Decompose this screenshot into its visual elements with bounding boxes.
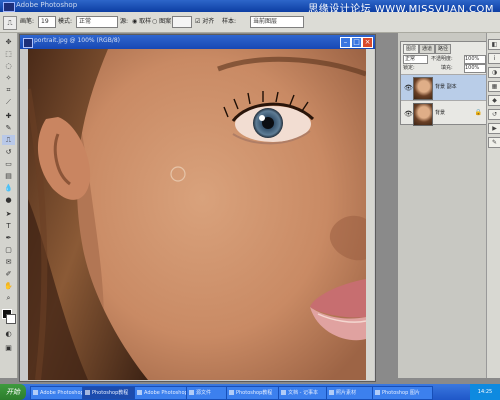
layers-panel: 图层 通道 路径 正常 不透明度: 100% 锁定: 填充: 100% 👁 背景… [400,41,488,127]
actions-icon[interactable]: ▶ [488,123,500,134]
image-canvas[interactable] [28,49,366,380]
document-window: portrait.jpg @ 100% (RGB/8) – □ × [19,34,376,382]
layer-row[interactable]: 👁 背景 副本 [401,74,487,101]
app-title-bar: Adobe Photoshop 思缘设计论坛 WWW.MISSVUAN.COM [0,0,500,15]
blend-mode-dropdown[interactable]: 正常 [403,55,428,64]
maximize-icon[interactable]: □ [351,37,362,48]
tab-layers[interactable]: 图层 [403,44,420,54]
panel-dock: ◧ i ◑ ▦ ◆ ↺ ▶ ✎ [486,33,500,378]
source-label: 源: [120,18,129,25]
layer-name: 背景 [435,110,446,116]
layer-thumbnail [413,103,433,126]
styles-icon[interactable]: ◆ [488,95,500,106]
fill-label: 填充: [441,65,453,71]
lock-label: 锁定: [403,65,415,71]
lock-icon: 🔒 [474,109,482,116]
navigator-icon[interactable]: ◧ [488,39,500,50]
opacity-label: 不透明度: [431,56,453,62]
layer-name: 背景 副本 [435,84,457,90]
ps-icon [23,38,33,48]
document-title-bar[interactable]: portrait.jpg @ 100% (RGB/8) – □ × [20,35,375,49]
sample-dropdown[interactable]: 当前图层 [250,16,304,28]
mode-dropdown[interactable]: 正常 [76,16,118,28]
tab-paths[interactable]: 路径 [435,44,452,54]
close-icon[interactable]: × [362,37,373,48]
healing-icon[interactable]: ✚ [2,111,15,121]
blur-icon[interactable]: 💧 [2,183,15,193]
marquee-icon[interactable]: ⬚ [2,49,15,59]
notes-icon[interactable]: ✉ [2,257,15,267]
system-tray-clock: 14:25 [470,384,500,400]
path-select-icon[interactable]: ➤ [2,209,15,219]
taskbar-item[interactable]: Photoshop 图片 [372,386,433,400]
zoom-icon[interactable]: ⌕ [2,293,15,303]
history-icon[interactable]: ↺ [488,109,500,120]
brushes-icon[interactable]: ✎ [488,137,500,148]
ps-icon [3,2,15,12]
pattern-picker[interactable] [172,16,192,28]
pen-icon[interactable]: ✒ [2,233,15,243]
background-color-swatch[interactable] [6,314,16,324]
info-icon[interactable]: i [488,53,500,64]
app-title: Adobe Photoshop [16,1,78,9]
source-sampled-radio[interactable]: ◉ 取样 [132,16,151,28]
lasso-icon[interactable]: ◌ [2,61,15,71]
fill-field[interactable]: 100% [464,64,486,73]
aligned-checkbox[interactable]: ☑ 对齐 [195,16,214,28]
brush-icon[interactable]: ✎ [2,123,15,133]
layer-thumbnail [413,77,433,100]
stamp-icon[interactable]: ⎍ [3,16,17,30]
start-button[interactable]: 开始 [0,384,26,400]
swatches-icon[interactable]: ▦ [488,81,500,92]
eyedropper-icon[interactable]: ✐ [2,269,15,279]
brush-size-picker[interactable]: 19 [38,16,56,28]
toolbox: ✥ ⬚ ◌ ✧ ⌗ ⟋ ✚ ✎ ⎍ ↺ ▭ ▤ 💧 ● ➤ T ✒ ▢ ✉ ✐ … [0,33,18,378]
options-bar: ⎍ 画笔: 19 模式: 正常 源: ◉ 取样 ○ 图案 ☑ 对齐 样本: 当前… [0,12,500,33]
brush-label: 画笔: [20,18,35,25]
type-icon[interactable]: T [2,221,15,231]
color-icon[interactable]: ◑ [488,67,500,78]
tab-channels[interactable]: 通道 [419,44,436,54]
eye-icon[interactable]: 👁 [404,84,413,92]
document-title: portrait.jpg @ 100% (RGB/8) [34,37,120,44]
source-pattern-radio[interactable]: ○ 图案 [152,16,171,28]
dodge-icon[interactable]: ● [2,195,15,205]
magic-wand-icon[interactable]: ✧ [2,73,15,83]
move-icon[interactable]: ✥ [2,37,15,47]
screen-mode-icon[interactable]: ▣ [2,343,15,353]
crop-icon[interactable]: ⌗ [2,85,15,95]
vertical-scrollbar[interactable] [366,49,374,380]
sample-label: 样本: [222,18,237,25]
gradient-icon[interactable]: ▤ [2,171,15,181]
taskbar: 开始 Adobe Photoshop Photoshop教程 Adobe Pho… [0,384,500,400]
eye-icon[interactable]: 👁 [404,110,413,118]
stamp-tool-icon[interactable]: ⎍ [2,135,15,145]
hand-icon[interactable]: ✋ [2,281,15,291]
layer-row[interactable]: 👁 背景 🔒 [401,100,487,127]
opacity-field[interactable]: 100% [464,55,486,64]
quickmask-icon[interactable]: ◐ [2,329,15,339]
eraser-icon[interactable]: ▭ [2,159,15,169]
minimize-icon[interactable]: – [340,37,351,48]
shape-icon[interactable]: ▢ [2,245,15,255]
mode-label: 模式: [58,18,73,25]
history-brush-icon[interactable]: ↺ [2,147,15,157]
slice-icon[interactable]: ⟋ [2,97,15,107]
portrait-photo [28,49,366,380]
